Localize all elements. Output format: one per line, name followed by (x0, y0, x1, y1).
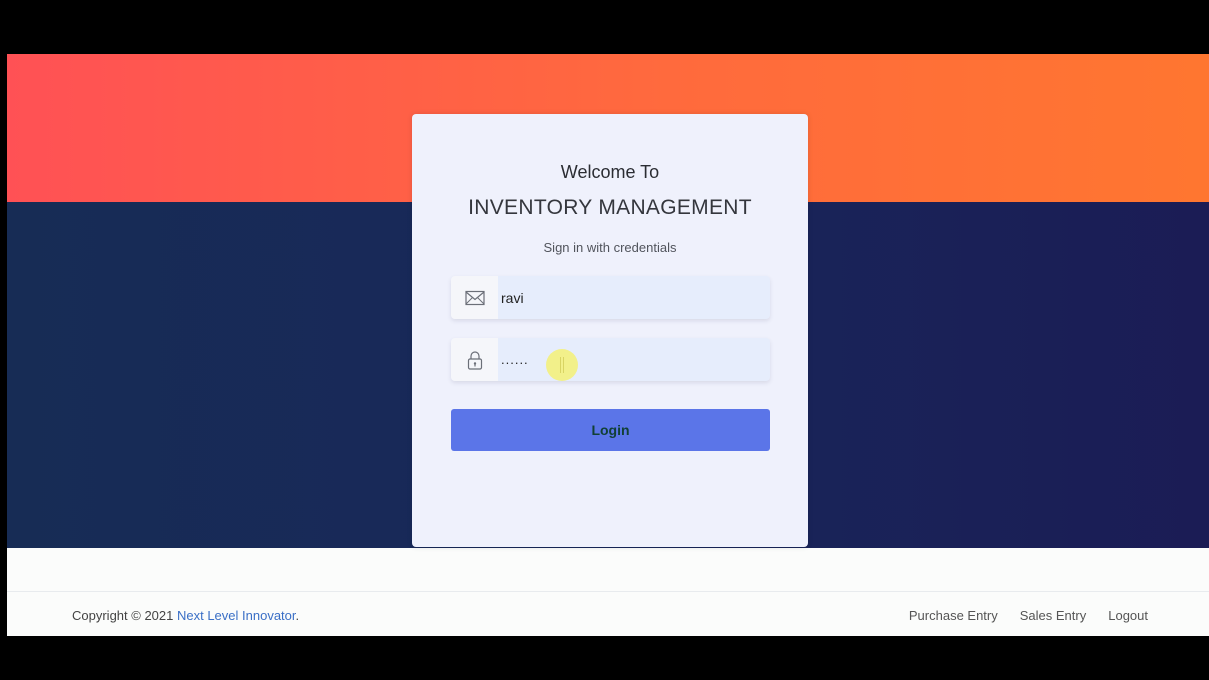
footer-nav: Purchase Entry Sales Entry Logout (909, 608, 1148, 623)
footer-link-logout[interactable]: Logout (1108, 608, 1148, 623)
company-link[interactable]: Next Level Innovator (177, 608, 296, 623)
footer-link-purchase-entry[interactable]: Purchase Entry (909, 608, 998, 623)
login-button[interactable]: Login (451, 409, 770, 451)
copyright-text: Copyright © 2021 (72, 608, 174, 623)
password-input[interactable] (498, 338, 770, 381)
letterbox-bottom (0, 636, 1209, 680)
letterbox-top (0, 0, 1209, 54)
footer-link-sales-entry[interactable]: Sales Entry (1020, 608, 1086, 623)
login-card: Welcome To INVENTORY MANAGEMENT Sign in … (412, 114, 808, 547)
envelope-icon (451, 276, 498, 319)
copyright-period: . (295, 608, 300, 623)
lock-icon (451, 338, 498, 381)
email-input[interactable] (498, 276, 770, 319)
email-field[interactable] (451, 276, 770, 319)
welcome-heading: Welcome To (560, 162, 660, 182)
password-field[interactable] (451, 338, 770, 381)
app-title: INVENTORY MANAGEMENT (468, 196, 752, 219)
sign-in-subtitle: Sign in with credentials (543, 240, 677, 255)
footer-copyright: Copyright © 2021 Next Level Innovator. (72, 608, 299, 623)
text-cursor-icon (560, 357, 564, 373)
page: Welcome To INVENTORY MANAGEMENT Sign in … (7, 54, 1209, 636)
footer-divider (7, 591, 1209, 592)
